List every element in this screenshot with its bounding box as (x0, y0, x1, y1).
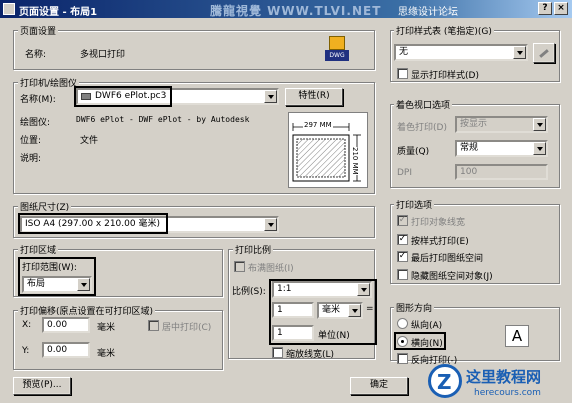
plotter-value: DWF6 ePlot - DWF ePlot - by Autodesk (76, 115, 250, 124)
page-setup-group (13, 30, 375, 70)
shade-plot-label: 着色打印(D) (397, 123, 447, 133)
close-button[interactable]: × (554, 2, 568, 15)
y-unit: 毫米 (97, 349, 116, 359)
scale-lineweights-checkbox[interactable] (272, 347, 283, 358)
shaded-viewport-label: 着色视口选项 (394, 98, 453, 111)
y-label: Y: (22, 346, 30, 356)
scale-label: 比例(S): (232, 287, 266, 297)
scale-lineweights-label: 缩放线宽(L) (286, 350, 335, 360)
plot-style-label: 打印样式表 (笔指定)(G) (394, 24, 494, 37)
preview-height-label: 210 MM (351, 147, 359, 175)
x-unit: 毫米 (97, 323, 116, 333)
paper-preview: 297 MM 210 MM (288, 112, 368, 188)
shade-plot-select[interactable]: 按显示 (455, 116, 548, 133)
logo-url: herecours.com (474, 388, 541, 398)
pencil-icon (539, 49, 549, 58)
window-title: 页面设置 - 布局1 (19, 7, 98, 18)
logo-emblem-icon: Z (428, 364, 462, 398)
plot-options-label: 打印选项 (394, 198, 435, 211)
where-label: 位置: (20, 136, 42, 146)
plot-lineweights-checkbox[interactable]: ✓ (397, 215, 408, 226)
ok-button[interactable]: 确定 (350, 377, 408, 395)
highlight-box (74, 86, 172, 107)
chevron-down-icon[interactable] (513, 46, 526, 59)
fit-to-paper-checkbox[interactable] (234, 261, 245, 272)
page-setup-label: 页面设置 (18, 24, 59, 37)
dpi-input[interactable]: 100 (455, 164, 548, 180)
quality-label: 质量(Q) (397, 147, 430, 157)
highlight-box (18, 213, 168, 234)
chevron-down-icon[interactable] (533, 142, 546, 155)
chevron-down-icon[interactable] (533, 118, 546, 131)
preview-button[interactable]: 预览(P)... (13, 377, 71, 395)
plot-area-label: 打印区域 (18, 243, 59, 256)
page-setup-name-value: 多视口打印 (80, 50, 126, 60)
y-offset-input[interactable]: 0.00 (42, 342, 90, 358)
printer-label: 打印机/绘图仪 (18, 76, 80, 89)
plotter-label: 绘图仪: (20, 118, 51, 128)
properties-button[interactable]: 特性(R) (285, 88, 343, 106)
center-plot-label: 居中打印(C) (162, 323, 212, 333)
printer-name-label: 名称(M): (20, 95, 56, 105)
x-offset-input[interactable]: 0.00 (42, 317, 90, 333)
dwg-icon: DWG (325, 36, 349, 64)
hide-objects-label: 隐藏图纸空间对象(J) (411, 272, 493, 282)
where-value: 文件 (80, 136, 99, 146)
upside-down-checkbox[interactable] (397, 353, 408, 364)
display-styles-label: 显示打印样式(D) (411, 71, 479, 81)
dpi-label: DPI (397, 168, 413, 178)
paperspace-last-label: 最后打印图纸空间 (411, 254, 484, 264)
hide-objects-checkbox[interactable] (397, 269, 408, 280)
site-logo: Z 这里教程网 herecours.com (424, 362, 572, 403)
site-banner: 思缘设计论坛 (398, 7, 458, 18)
plot-with-styles-checkbox[interactable]: ✓ (397, 234, 408, 245)
preview-width-label: 297 MM (303, 121, 333, 129)
x-label: X: (22, 320, 32, 330)
plot-offset-label: 打印偏移(原点设置在可打印区域) (18, 304, 156, 317)
quality-select[interactable]: 常规 (455, 140, 548, 157)
plot-lineweights-label: 打印对象线宽 (411, 218, 466, 228)
highlight-box (269, 279, 377, 345)
highlight-box (18, 257, 96, 296)
center-plot-checkbox[interactable] (148, 320, 159, 331)
plot-with-styles-label: 按样式打印(E) (411, 237, 469, 247)
app-icon (3, 3, 15, 15)
highlight-box (394, 332, 446, 350)
orientation-label: 图形方向 (394, 301, 435, 314)
orientation-icon: A (505, 325, 529, 347)
logo-text: 这里教程网 (466, 368, 542, 386)
chevron-down-icon[interactable] (264, 90, 277, 103)
portrait-label: 纵向(A) (411, 321, 443, 331)
plot-scale-label: 打印比例 (233, 243, 274, 256)
help-button[interactable]: ? (538, 2, 552, 15)
fit-to-paper-label: 布满图纸(I) (248, 264, 294, 274)
chevron-down-icon[interactable] (264, 218, 277, 231)
description-label: 说明: (20, 154, 42, 164)
plot-style-select[interactable]: 无 (394, 44, 528, 61)
paperspace-last-checkbox[interactable]: ✓ (397, 251, 408, 262)
display-styles-checkbox[interactable] (397, 68, 408, 79)
paper-size-label: 图纸尺寸(Z) (18, 200, 72, 213)
edit-style-button[interactable] (533, 43, 555, 63)
portrait-radio[interactable] (397, 318, 408, 329)
watermark: 騰龍視覺 WWW.TLVI.NET (210, 4, 382, 18)
title-bar: 页面设置 - 布局1 騰龍視覺 WWW.TLVI.NET 思缘设计论坛 ? × (0, 0, 572, 18)
page-setup-name-label: 名称: (25, 50, 47, 60)
